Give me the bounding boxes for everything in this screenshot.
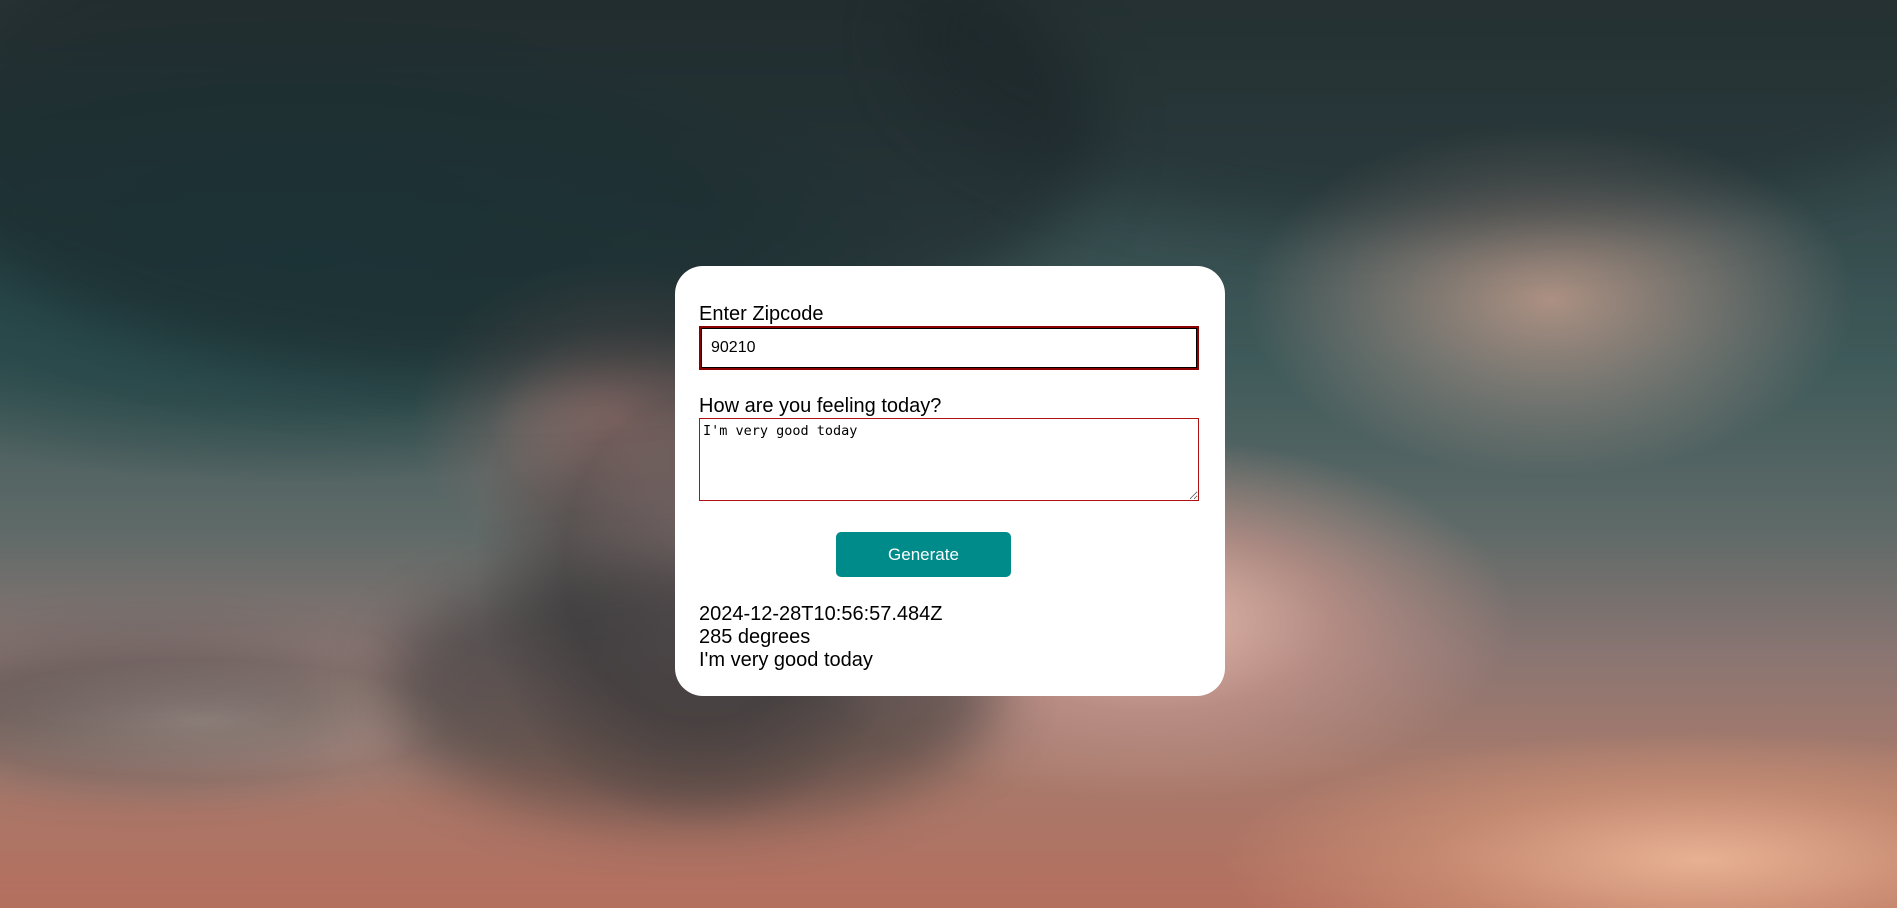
generate-button[interactable]: Generate xyxy=(836,532,1011,577)
feeling-textarea[interactable]: I'm very good today xyxy=(699,418,1199,501)
result-temperature: 285 degrees xyxy=(699,626,811,648)
feeling-label: How are you feeling today? xyxy=(699,395,942,417)
zipcode-label: Enter Zipcode xyxy=(699,303,824,325)
result-feeling: I'm very good today xyxy=(699,649,873,671)
result-date: 2024-12-28T10:56:57.484Z xyxy=(699,603,943,625)
weather-journal-card: Enter Zipcode How are you feeling today?… xyxy=(675,266,1225,696)
dark-cloud-shape xyxy=(0,650,370,770)
zipcode-input[interactable] xyxy=(699,326,1199,370)
